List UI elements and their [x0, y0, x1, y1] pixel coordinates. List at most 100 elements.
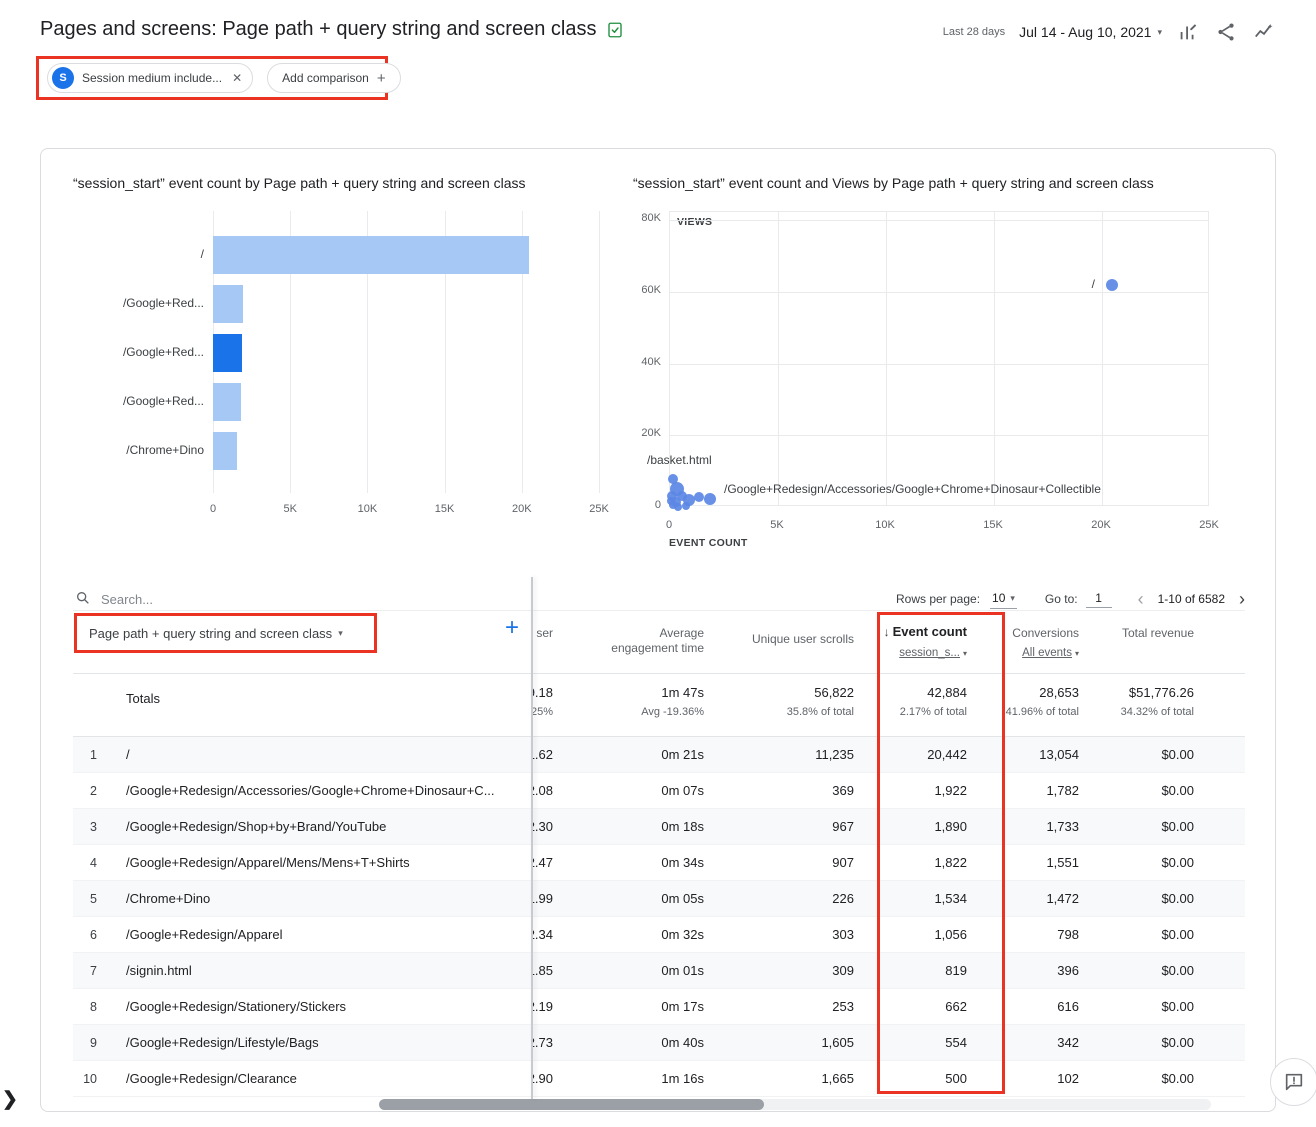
- rows-per-page-select[interactable]: 10 ▾: [990, 589, 1017, 609]
- conversions-cell: 13,054: [979, 737, 1079, 773]
- dimension-selector[interactable]: Page path + query string and screen clas…: [89, 626, 343, 641]
- bar[interactable]: [213, 432, 237, 470]
- chevron-down-icon: ▾: [1157, 28, 1162, 37]
- x-tick-label: 10K: [865, 519, 905, 531]
- revenue-cell: $0.00: [1094, 737, 1194, 773]
- frozen-column-divider[interactable]: [531, 577, 533, 1099]
- scatter-point[interactable]: [682, 502, 690, 510]
- unique-scrolls-cell: 11,235: [754, 737, 854, 773]
- chevron-down-icon: ▾: [1010, 594, 1015, 603]
- page-title: Pages and screens: Page path + query str…: [40, 18, 624, 41]
- date-preset-label: Last 28 days: [943, 26, 1005, 38]
- divider: [73, 673, 1245, 674]
- conversions-cell: 1,551: [979, 845, 1079, 881]
- bar[interactable]: [213, 236, 529, 274]
- row-number: 9: [73, 1025, 97, 1061]
- horizontal-scrollbar[interactable]: [379, 1099, 1211, 1110]
- annotation-box-comparison: S Session medium include... ✕ Add compar…: [36, 56, 388, 100]
- rows-per-page-label: Rows per page:: [896, 592, 980, 606]
- page-path-cell[interactable]: /Google+Redesign/Apparel: [126, 917, 546, 953]
- y-tick-label: 20K: [633, 427, 661, 439]
- event-count-cell: 1,922: [867, 773, 967, 809]
- analytics-pages-and-screens-report: Pages and screens: Page path + query str…: [0, 0, 1316, 1127]
- totals-label: Totals: [126, 691, 160, 706]
- page-path-cell[interactable]: /Google+Redesign/Accessories/Google+Chro…: [126, 773, 546, 809]
- revenue-cell: $0.00: [1094, 1025, 1194, 1061]
- share-icon[interactable]: [1214, 20, 1238, 44]
- bar[interactable]: [213, 383, 241, 421]
- search-input[interactable]: [101, 587, 381, 611]
- goto-page-input[interactable]: [1086, 591, 1112, 608]
- insights-icon[interactable]: [1252, 20, 1276, 44]
- comparison-chip[interactable]: S Session medium include... ✕: [47, 63, 253, 93]
- conversions-cell: 396: [979, 953, 1079, 989]
- totals-event-count-cell: 42,8842.17% of total: [867, 685, 967, 718]
- event-count-cell: 554: [867, 1025, 967, 1061]
- table-toolbar: Rows per page: 10 ▾ Go to: ‹ 1-10 of 658…: [73, 581, 1245, 617]
- clipped-metric-cell: 2.90: [532, 1061, 553, 1097]
- avg-engagement-cell: 0m 32s: [604, 917, 704, 953]
- page-path-cell[interactable]: /: [126, 737, 546, 773]
- bar[interactable]: [213, 334, 242, 372]
- avg-engagement-cell: 0m 05s: [604, 881, 704, 917]
- scrollbar-thumb[interactable]: [379, 1099, 764, 1110]
- x-tick-label: 0: [649, 519, 689, 531]
- scatter-point[interactable]: [669, 501, 677, 509]
- avg-engagement-cell: 0m 34s: [604, 845, 704, 881]
- revenue-cell: $0.00: [1094, 953, 1194, 989]
- expand-drawer-icon[interactable]: ❯: [2, 1088, 18, 1111]
- avg-engagement-cell: 0m 01s: [604, 953, 704, 989]
- bar[interactable]: [213, 285, 243, 323]
- gridline: [1102, 212, 1103, 505]
- y-tick-label: 40K: [633, 356, 661, 368]
- close-icon[interactable]: ✕: [232, 71, 242, 85]
- table-row: 5/Chrome+Dino1.990m 05s2261,5341,472$0.0…: [73, 881, 1245, 917]
- revenue-cell: $0.00: [1094, 809, 1194, 845]
- bar-category-label: /Google+Red...: [73, 345, 204, 359]
- row-number: 5: [73, 881, 97, 917]
- page-path-cell[interactable]: /Google+Redesign/Shop+by+Brand/YouTube: [126, 809, 546, 845]
- scatter-point[interactable]: [704, 493, 716, 505]
- point-label-basket: /basket.html: [647, 453, 712, 467]
- add-column-icon[interactable]: +: [505, 616, 519, 640]
- page-path-cell[interactable]: /Chrome+Dino: [126, 881, 546, 917]
- column-header-clipped[interactable]: ser: [532, 626, 553, 640]
- event-count-cell: 819: [867, 953, 967, 989]
- revenue-cell: $0.00: [1094, 773, 1194, 809]
- x-tick-label: 15K: [973, 519, 1013, 531]
- customize-report-icon[interactable]: [1176, 20, 1200, 44]
- page-path-cell[interactable]: /Google+Redesign/Lifestyle/Bags: [126, 1025, 546, 1061]
- conversions-cell: 342: [979, 1025, 1079, 1061]
- data-quality-check-icon[interactable]: [606, 21, 624, 39]
- y-tick-label: 80K: [633, 212, 661, 224]
- column-header-engagement[interactable]: Average engagement time: [608, 626, 704, 656]
- totals-revenue-cell: $51,776.2634.32% of total: [1094, 685, 1194, 718]
- x-tick-label: 10K: [352, 503, 382, 515]
- page-path-cell[interactable]: /Google+Redesign/Clearance: [126, 1061, 546, 1097]
- bar-x-axis: 05K10K15K20K25K: [213, 503, 599, 517]
- clipped-metric-cell: 1.99: [532, 881, 553, 917]
- next-page-icon[interactable]: ›: [1239, 590, 1245, 608]
- column-header-revenue[interactable]: Total revenue: [1044, 626, 1194, 641]
- revenue-cell: $0.00: [1094, 1061, 1194, 1097]
- feedback-button[interactable]: [1270, 1058, 1316, 1106]
- conversion-events-select[interactable]: All events▾: [929, 647, 1079, 659]
- page-path-cell[interactable]: /signin.html: [126, 953, 546, 989]
- unique-scrolls-cell: 1,605: [754, 1025, 854, 1061]
- table-row: 9/Google+Redesign/Lifestyle/Bags2.730m 4…: [73, 1025, 1245, 1061]
- unique-scrolls-cell: 1,665: [754, 1061, 854, 1097]
- chevron-down-icon: ▾: [1075, 649, 1079, 658]
- unique-scrolls-cell: 303: [754, 917, 854, 953]
- event-count-cell: 20,442: [867, 737, 967, 773]
- conversions-cell: 616: [979, 989, 1079, 1025]
- add-comparison-button[interactable]: Add comparison +: [267, 63, 400, 93]
- previous-page-icon[interactable]: ‹: [1138, 590, 1144, 608]
- page-path-cell[interactable]: /Google+Redesign/Apparel/Mens/Mens+T+Shi…: [126, 845, 546, 881]
- event-count-cell: 1,890: [867, 809, 967, 845]
- date-range-selector[interactable]: Jul 14 - Aug 10, 2021 ▾: [1019, 24, 1162, 40]
- scatter-point[interactable]: [1106, 279, 1118, 291]
- row-number: 4: [73, 845, 97, 881]
- scatter-point[interactable]: [694, 492, 704, 502]
- page-path-cell[interactable]: /Google+Redesign/Stationery/Stickers: [126, 989, 546, 1025]
- x-tick-label: 0: [198, 503, 228, 515]
